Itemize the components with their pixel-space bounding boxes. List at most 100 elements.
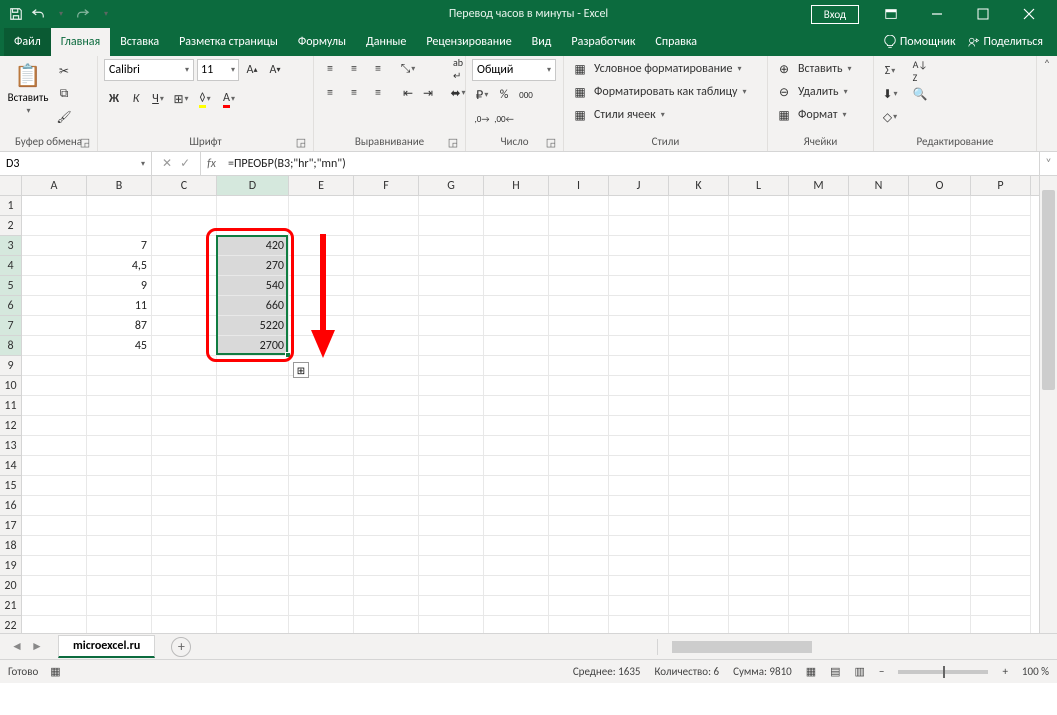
column-header-I[interactable]: I (549, 176, 609, 195)
cell-J9[interactable] (609, 356, 669, 376)
cell-L5[interactable] (729, 276, 789, 296)
tab-data[interactable]: Данные (356, 28, 416, 56)
paste-button[interactable]: 📋 Вставить ▾ (6, 59, 50, 116)
cell-L3[interactable] (729, 236, 789, 256)
cell-H16[interactable] (484, 496, 549, 516)
cell-K7[interactable] (669, 316, 729, 336)
cell-C4[interactable] (152, 256, 217, 276)
delete-cells-button[interactable]: ⊖Удалить▾ (774, 82, 852, 102)
column-header-K[interactable]: K (669, 176, 729, 195)
cell-M6[interactable] (789, 296, 849, 316)
scroll-thumb[interactable] (672, 641, 812, 653)
cell-H14[interactable] (484, 456, 549, 476)
cell-E22[interactable] (289, 616, 354, 633)
cell-O15[interactable] (909, 476, 971, 496)
cell-F14[interactable] (354, 456, 419, 476)
cell-J21[interactable] (609, 596, 669, 616)
cell-E13[interactable] (289, 436, 354, 456)
cell-K1[interactable] (669, 196, 729, 216)
cell-O1[interactable] (909, 196, 971, 216)
cancel-formula-icon[interactable]: ✕ (162, 156, 172, 171)
cell-O2[interactable] (909, 216, 971, 236)
cell-I20[interactable] (549, 576, 609, 596)
cell-F6[interactable] (354, 296, 419, 316)
launcher-icon[interactable]: ◲ (295, 136, 307, 148)
row-header-19[interactable]: 19 (0, 556, 21, 576)
cell-D19[interactable] (217, 556, 289, 576)
cell-B15[interactable] (87, 476, 152, 496)
cell-C6[interactable] (152, 296, 217, 316)
cell-H19[interactable] (484, 556, 549, 576)
cell-J22[interactable] (609, 616, 669, 633)
cell-G18[interactable] (419, 536, 484, 556)
column-header-B[interactable]: B (87, 176, 152, 195)
cell-F3[interactable] (354, 236, 419, 256)
cell-O3[interactable] (909, 236, 971, 256)
cell-D21[interactable] (217, 596, 289, 616)
cell-P10[interactable] (971, 376, 1031, 396)
wrap-text-icon[interactable]: ab↵ (448, 59, 468, 79)
tab-formulas[interactable]: Формулы (288, 28, 356, 56)
cell-J20[interactable] (609, 576, 669, 596)
cell-L9[interactable] (729, 356, 789, 376)
cell-P11[interactable] (971, 396, 1031, 416)
add-sheet-button[interactable]: + (171, 637, 191, 657)
cell-O21[interactable] (909, 596, 971, 616)
cell-D10[interactable] (217, 376, 289, 396)
cell-M2[interactable] (789, 216, 849, 236)
cell-N15[interactable] (849, 476, 909, 496)
cell-B1[interactable] (87, 196, 152, 216)
cell-F20[interactable] (354, 576, 419, 596)
cell-O18[interactable] (909, 536, 971, 556)
sort-filter-icon[interactable]: A↓Z (910, 61, 930, 81)
conditional-formatting-button[interactable]: ▦Условное форматирование▾ (570, 59, 747, 79)
cell-N2[interactable] (849, 216, 909, 236)
cell-J8[interactable] (609, 336, 669, 356)
cell-N21[interactable] (849, 596, 909, 616)
cell-J13[interactable] (609, 436, 669, 456)
cell-H3[interactable] (484, 236, 549, 256)
cell-J15[interactable] (609, 476, 669, 496)
cell-E16[interactable] (289, 496, 354, 516)
cell-L20[interactable] (729, 576, 789, 596)
cell-D2[interactable] (217, 216, 289, 236)
cell-J7[interactable] (609, 316, 669, 336)
cell-P3[interactable] (971, 236, 1031, 256)
save-icon[interactable] (6, 4, 26, 24)
row-header-5[interactable]: 5 (0, 276, 21, 296)
cell-O22[interactable] (909, 616, 971, 633)
undo-dropdown-icon[interactable]: ▾ (51, 4, 71, 24)
cell-F18[interactable] (354, 536, 419, 556)
merge-icon[interactable]: ⬌▾ (448, 83, 468, 103)
undo-icon[interactable] (28, 4, 48, 24)
row-header-17[interactable]: 17 (0, 516, 21, 536)
cell-E11[interactable] (289, 396, 354, 416)
cell-M13[interactable] (789, 436, 849, 456)
cell-D11[interactable] (217, 396, 289, 416)
cell-A16[interactable] (22, 496, 87, 516)
cell-O7[interactable] (909, 316, 971, 336)
cell-L1[interactable] (729, 196, 789, 216)
cell-J6[interactable] (609, 296, 669, 316)
cell-P20[interactable] (971, 576, 1031, 596)
redo-icon[interactable] (73, 4, 93, 24)
cell-B5[interactable]: 9 (87, 276, 152, 296)
select-all-corner[interactable] (0, 176, 22, 196)
cell-H10[interactable] (484, 376, 549, 396)
cell-L14[interactable] (729, 456, 789, 476)
cell-F17[interactable] (354, 516, 419, 536)
cell-M16[interactable] (789, 496, 849, 516)
cell-A7[interactable] (22, 316, 87, 336)
cell-D9[interactable] (217, 356, 289, 376)
cell-F15[interactable] (354, 476, 419, 496)
cell-O12[interactable] (909, 416, 971, 436)
cell-B11[interactable] (87, 396, 152, 416)
cell-K15[interactable] (669, 476, 729, 496)
cell-A21[interactable] (22, 596, 87, 616)
expand-formula-icon[interactable]: ˅ (1039, 152, 1057, 175)
cell-P1[interactable] (971, 196, 1031, 216)
cell-D1[interactable] (217, 196, 289, 216)
cell-F7[interactable] (354, 316, 419, 336)
cell-G4[interactable] (419, 256, 484, 276)
cell-N7[interactable] (849, 316, 909, 336)
